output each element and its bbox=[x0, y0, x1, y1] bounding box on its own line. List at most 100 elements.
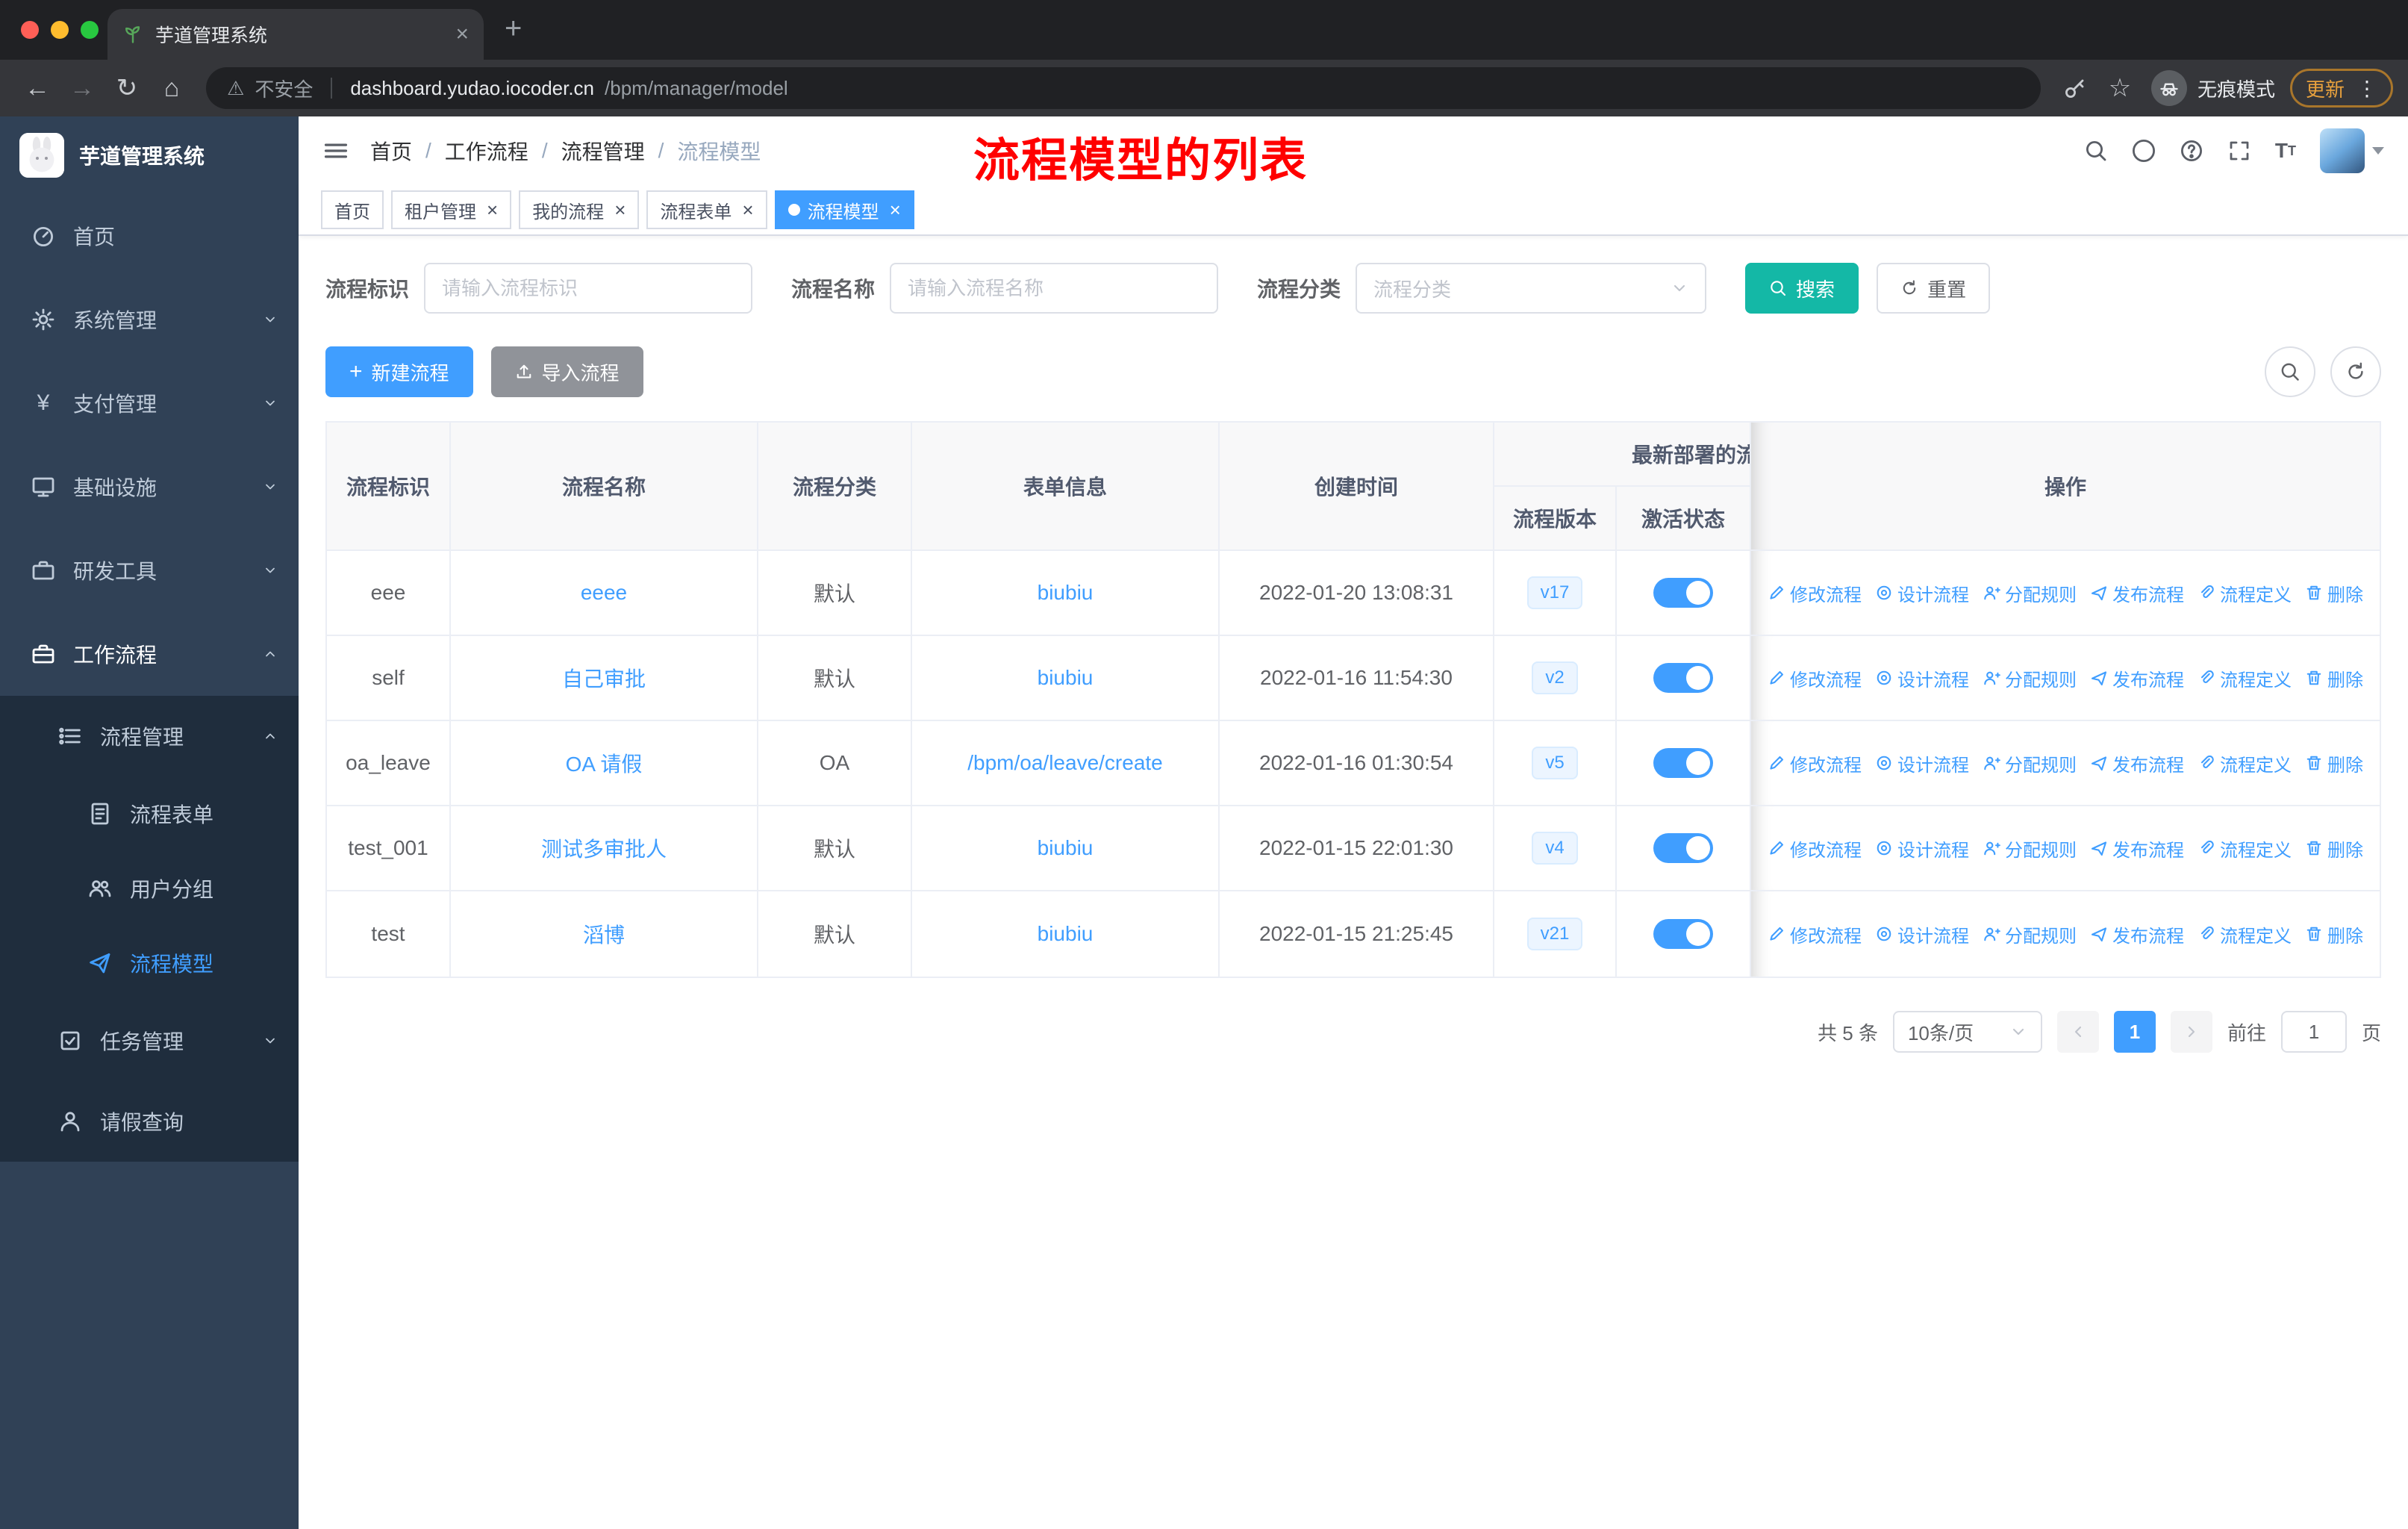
close-button[interactable] bbox=[21, 21, 39, 39]
version-badge[interactable]: v4 bbox=[1532, 832, 1578, 865]
design-process-link[interactable]: 设计流程 bbox=[1875, 750, 1969, 776]
form-info-link[interactable]: biubiu bbox=[1038, 666, 1094, 690]
key-icon[interactable] bbox=[2053, 66, 2097, 110]
form-info-link[interactable]: biubiu bbox=[1038, 922, 1094, 946]
reload-button[interactable]: ↻ bbox=[105, 66, 149, 110]
active-toggle[interactable] bbox=[1653, 663, 1713, 693]
delete-process-link[interactable]: 删除 bbox=[2305, 835, 2363, 862]
goto-page-input[interactable] bbox=[2280, 1011, 2347, 1053]
edit-process-link[interactable]: 修改流程 bbox=[1768, 580, 1862, 606]
sidebar-item-process-management[interactable]: 流程管理 bbox=[0, 696, 299, 776]
assign-rule-link[interactable]: 分配规则 bbox=[1983, 921, 2077, 947]
current-page[interactable]: 1 bbox=[2113, 1011, 2156, 1053]
process-definition-link[interactable]: 流程定义 bbox=[2198, 665, 2292, 691]
process-id-input[interactable] bbox=[424, 263, 753, 314]
minimize-button[interactable] bbox=[51, 21, 69, 39]
sidebar-item-system[interactable]: 系统管理 bbox=[0, 278, 299, 361]
design-process-link[interactable]: 设计流程 bbox=[1875, 921, 1969, 947]
process-name-link[interactable]: 滔博 bbox=[583, 919, 625, 949]
sidebar-item-home[interactable]: 首页 bbox=[0, 194, 299, 278]
edit-process-link[interactable]: 修改流程 bbox=[1768, 921, 1862, 947]
create-process-button[interactable]: + 新建流程 bbox=[325, 346, 473, 397]
sidebar-item-task-management[interactable]: 任务管理 bbox=[0, 1000, 299, 1081]
github-icon[interactable] bbox=[2132, 139, 2156, 163]
toggle-search-button[interactable] bbox=[2265, 346, 2315, 397]
search-button[interactable]: 搜索 bbox=[1745, 263, 1859, 314]
active-toggle[interactable] bbox=[1653, 919, 1713, 949]
bookmark-star-icon[interactable]: ☆ bbox=[2097, 66, 2142, 110]
process-name-link[interactable]: eeee bbox=[581, 581, 627, 605]
tag-tenant-management[interactable]: 租户管理 × bbox=[391, 190, 512, 229]
edit-process-link[interactable]: 修改流程 bbox=[1768, 835, 1862, 862]
assign-rule-link[interactable]: 分配规则 bbox=[1983, 580, 2077, 606]
sidebar-item-infrastructure[interactable]: 基础设施 bbox=[0, 445, 299, 529]
tag-close-icon[interactable]: × bbox=[487, 200, 498, 219]
sidebar-item-leave-query[interactable]: 请假查询 bbox=[0, 1081, 299, 1162]
version-badge[interactable]: v5 bbox=[1532, 747, 1578, 779]
tag-my-process[interactable]: 我的流程 × bbox=[519, 190, 640, 229]
category-select[interactable]: 流程分类 bbox=[1356, 263, 1707, 314]
design-process-link[interactable]: 设计流程 bbox=[1875, 665, 1969, 691]
tag-home[interactable]: 首页 bbox=[321, 190, 384, 229]
publish-process-link[interactable]: 发布流程 bbox=[2090, 921, 2184, 947]
sidebar-item-payment[interactable]: ¥ 支付管理 bbox=[0, 361, 299, 445]
process-name-link[interactable]: 自己审批 bbox=[562, 663, 646, 693]
version-badge[interactable]: v2 bbox=[1532, 661, 1578, 694]
active-toggle[interactable] bbox=[1653, 578, 1713, 608]
sidebar-logo[interactable]: 芋道管理系统 bbox=[0, 116, 299, 194]
assign-rule-link[interactable]: 分配规则 bbox=[1983, 750, 2077, 776]
home-button[interactable]: ⌂ bbox=[149, 66, 194, 110]
next-page-button[interactable] bbox=[2170, 1011, 2212, 1053]
form-info-link[interactable]: biubiu bbox=[1038, 581, 1094, 605]
help-icon[interactable] bbox=[2180, 139, 2203, 163]
form-info-link[interactable]: biubiu bbox=[1038, 836, 1094, 860]
delete-process-link[interactable]: 删除 bbox=[2305, 580, 2363, 606]
fullscreen-icon[interactable] bbox=[2227, 139, 2251, 163]
browser-tab[interactable]: 芋道管理系统 × bbox=[107, 9, 484, 60]
breadcrumb-item[interactable]: 流程管理 bbox=[561, 136, 645, 166]
process-definition-link[interactable]: 流程定义 bbox=[2198, 835, 2292, 862]
new-tab-button[interactable]: + bbox=[505, 13, 522, 43]
form-info-link[interactable]: /bpm/oa/leave/create bbox=[967, 751, 1163, 775]
delete-process-link[interactable]: 删除 bbox=[2305, 921, 2363, 947]
tag-process-model[interactable]: 流程模型 × bbox=[774, 190, 914, 229]
tag-close-icon[interactable]: × bbox=[890, 200, 901, 219]
sidebar-item-workflow[interactable]: 工作流程 bbox=[0, 612, 299, 696]
address-bar[interactable]: ⚠ 不安全 dashboard.yudao.iocoder.cn /bpm/ma… bbox=[206, 67, 2041, 109]
assign-rule-link[interactable]: 分配规则 bbox=[1983, 835, 2077, 862]
import-process-button[interactable]: 导入流程 bbox=[490, 346, 643, 397]
breadcrumb-item[interactable]: 首页 bbox=[370, 136, 412, 166]
process-definition-link[interactable]: 流程定义 bbox=[2198, 921, 2292, 947]
reset-button[interactable]: 重置 bbox=[1877, 263, 1991, 314]
breadcrumb-item[interactable]: 工作流程 bbox=[445, 136, 528, 166]
sidebar-item-process-model[interactable]: 流程模型 bbox=[0, 926, 299, 1000]
publish-process-link[interactable]: 发布流程 bbox=[2090, 750, 2184, 776]
delete-process-link[interactable]: 删除 bbox=[2305, 665, 2363, 691]
edit-process-link[interactable]: 修改流程 bbox=[1768, 665, 1862, 691]
version-badge[interactable]: v17 bbox=[1526, 576, 1583, 609]
process-name-link[interactable]: OA 请假 bbox=[566, 748, 643, 778]
security-warning-icon[interactable]: ⚠ bbox=[227, 77, 244, 100]
sidebar-item-devtools[interactable]: 研发工具 bbox=[0, 529, 299, 612]
design-process-link[interactable]: 设计流程 bbox=[1875, 580, 1969, 606]
version-badge[interactable]: v21 bbox=[1526, 918, 1583, 950]
font-size-icon[interactable]: TT bbox=[2275, 139, 2296, 163]
sidebar-item-user-group[interactable]: 用户分组 bbox=[0, 851, 299, 926]
design-process-link[interactable]: 设计流程 bbox=[1875, 835, 1969, 862]
browser-update-menu-button[interactable]: 更新 ⋮ bbox=[2289, 69, 2393, 108]
publish-process-link[interactable]: 发布流程 bbox=[2090, 835, 2184, 862]
assign-rule-link[interactable]: 分配规则 bbox=[1983, 665, 2077, 691]
process-name-input[interactable] bbox=[890, 263, 1219, 314]
active-toggle[interactable] bbox=[1653, 748, 1713, 778]
search-icon[interactable] bbox=[2084, 139, 2108, 163]
sidebar-item-process-form[interactable]: 流程表单 bbox=[0, 776, 299, 851]
publish-process-link[interactable]: 发布流程 bbox=[2090, 580, 2184, 606]
prev-page-button[interactable] bbox=[2056, 1011, 2099, 1053]
publish-process-link[interactable]: 发布流程 bbox=[2090, 665, 2184, 691]
tab-close-icon[interactable]: × bbox=[455, 23, 469, 46]
back-button[interactable]: ← bbox=[15, 66, 60, 110]
page-size-select[interactable]: 10条/页 bbox=[1892, 1011, 2042, 1053]
process-definition-link[interactable]: 流程定义 bbox=[2198, 580, 2292, 606]
sidebar-toggle-icon[interactable] bbox=[322, 137, 349, 164]
user-menu[interactable] bbox=[2320, 128, 2384, 173]
